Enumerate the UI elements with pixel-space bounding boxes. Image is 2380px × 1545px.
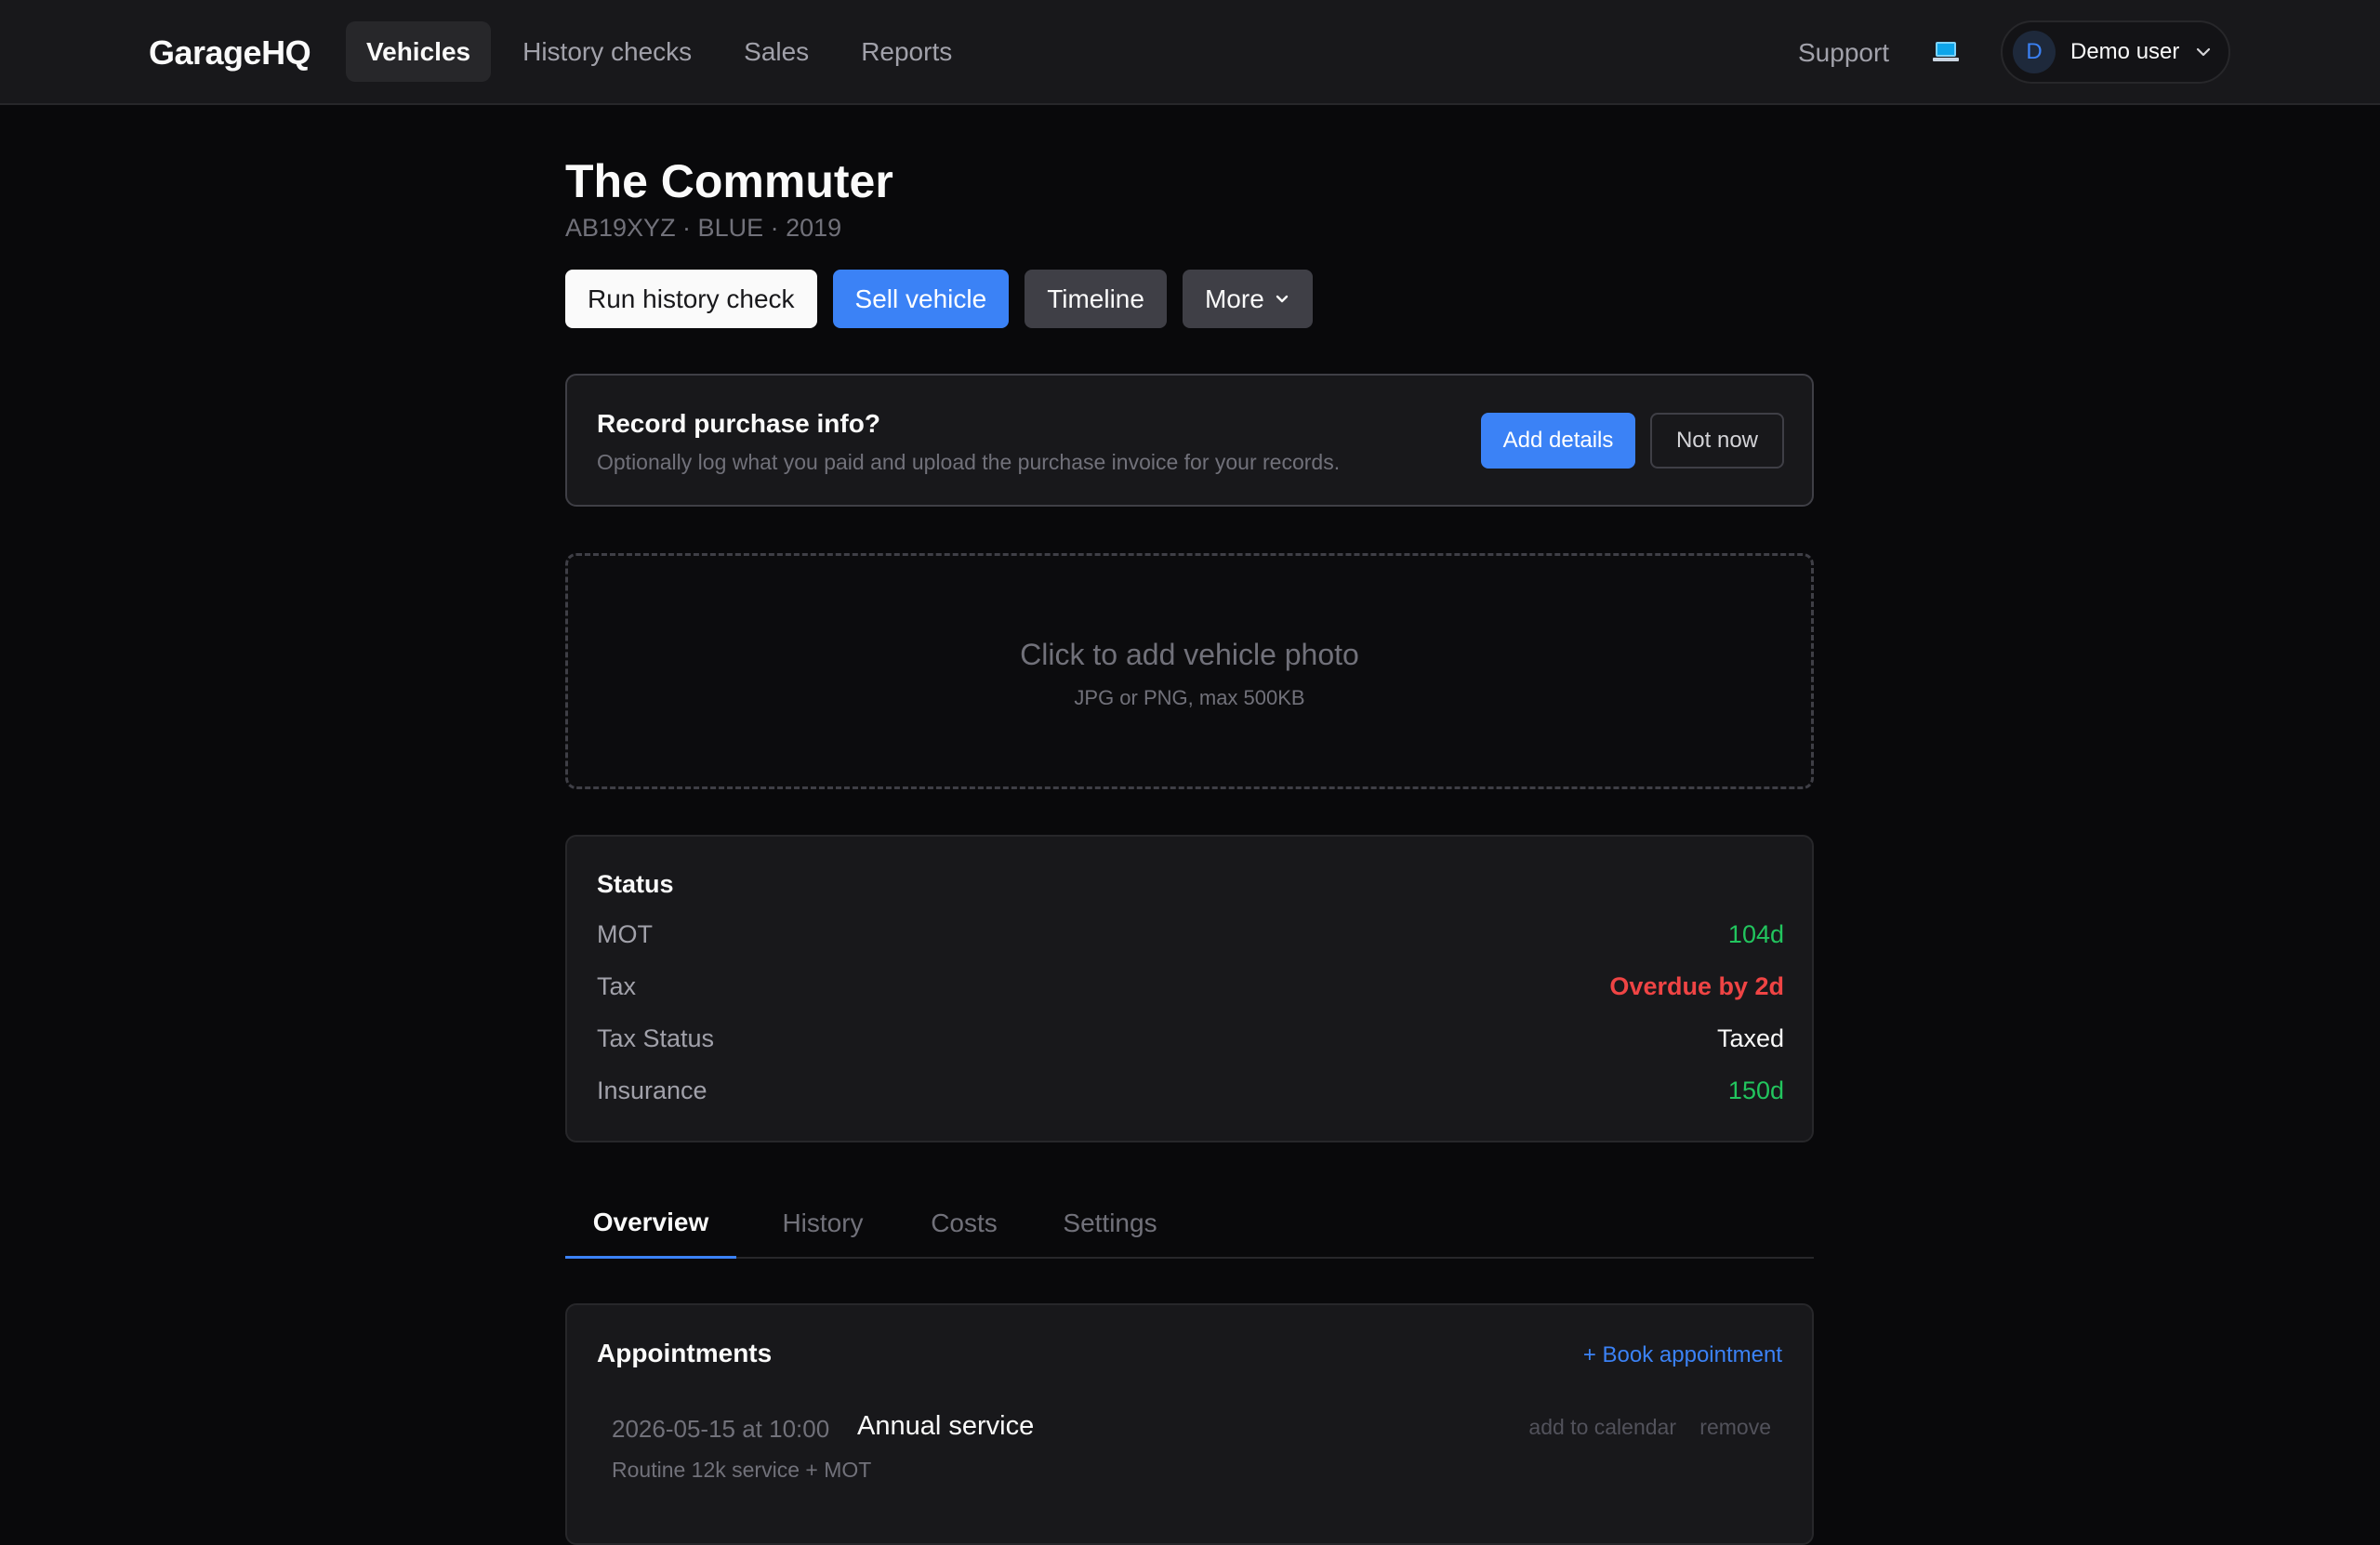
- appointment-item: 2026-05-15 at 10:00 Annual service add t…: [612, 1411, 1771, 1448]
- vehicle-actions: Run history check Sell vehicle Timeline …: [565, 270, 1329, 328]
- status-row-tax: Tax Overdue by 2d: [597, 972, 1784, 1010]
- tab-costs[interactable]: Costs: [904, 1188, 1025, 1259]
- main-nav: Vehicles History checks Sales Reports: [346, 21, 984, 82]
- status-title: Status: [597, 870, 674, 898]
- add-to-calendar-link[interactable]: add to calendar: [1528, 1415, 1676, 1440]
- tab-overview[interactable]: Overview: [565, 1188, 736, 1259]
- status-row-tax-status: Tax Status Taxed: [597, 1024, 1784, 1062]
- brand-logo[interactable]: GarageHQ: [149, 0, 311, 105]
- appointments-title: Appointments: [597, 1339, 773, 1367]
- purchase-title: Record purchase info?: [597, 409, 880, 438]
- status-label: Tax Status: [597, 1024, 715, 1052]
- status-card: Status MOT 104d Tax Overdue by 2d Tax St…: [565, 835, 1814, 1142]
- top-navigation-bar: GarageHQ Vehicles History checks Sales R…: [0, 0, 2380, 105]
- purchase-description: Optionally log what you paid and upload …: [597, 450, 1341, 474]
- run-history-check-button[interactable]: Run history check: [565, 270, 817, 328]
- chevron-down-icon: [2197, 47, 2211, 57]
- status-value: Overdue by 2d: [1609, 972, 1784, 1000]
- vehicle-tabs: Overview History Costs Settings: [565, 1188, 1814, 1259]
- timeline-button[interactable]: Timeline: [1025, 270, 1167, 328]
- status-row-mot: MOT 104d: [597, 920, 1784, 957]
- tab-history[interactable]: History: [753, 1188, 892, 1259]
- user-name: Demo user: [2070, 39, 2180, 64]
- status-label: Insurance: [597, 1076, 707, 1104]
- more-menu-button[interactable]: More: [1182, 270, 1313, 328]
- nav-item-reports[interactable]: Reports: [840, 21, 972, 82]
- vehicle-subtitle: AB19XYZ · BLUE · 2019: [565, 214, 842, 242]
- status-label: Tax: [597, 972, 637, 1000]
- photo-hint: JPG or PNG, max 500KB: [1074, 686, 1305, 709]
- more-label: More: [1204, 284, 1264, 313]
- nav-item-vehicles[interactable]: Vehicles: [346, 21, 492, 82]
- chevron-down-icon: [1276, 295, 1288, 302]
- vehicle-photo-dropzone[interactable]: Click to add vehicle photo JPG or PNG, m…: [565, 553, 1814, 789]
- add-details-button[interactable]: Add details: [1481, 413, 1635, 469]
- status-value: 104d: [1727, 920, 1784, 948]
- status-value: Taxed: [1716, 1024, 1784, 1052]
- status-label: MOT: [597, 920, 653, 948]
- sell-vehicle-button[interactable]: Sell vehicle: [832, 270, 1010, 328]
- avatar: D: [2013, 31, 2056, 73]
- appointment-datetime: 2026-05-15 at 10:00: [612, 1415, 830, 1443]
- appointment-note: Routine 12k service + MOT: [612, 1458, 872, 1482]
- appointment-name: Annual service: [857, 1411, 1035, 1441]
- status-row-insurance: Insurance 150d: [597, 1076, 1784, 1114]
- book-appointment-link[interactable]: + Book appointment: [1583, 1342, 1782, 1368]
- support-link[interactable]: Support: [1798, 0, 1889, 105]
- photo-prompt: Click to add vehicle photo: [1020, 638, 1359, 671]
- nav-item-sales[interactable]: Sales: [723, 21, 829, 82]
- purchase-info-card: Record purchase info? Optionally log wha…: [565, 374, 1814, 507]
- page-title: The Commuter: [565, 155, 893, 207]
- laptop-icon[interactable]: [1931, 37, 1961, 67]
- remove-appointment-link[interactable]: remove: [1699, 1415, 1771, 1440]
- appointments-card: Appointments + Book appointment 2026-05-…: [565, 1303, 1814, 1545]
- user-menu-button[interactable]: D Demo user: [2001, 20, 2230, 84]
- nav-item-history-checks[interactable]: History checks: [502, 21, 712, 82]
- tab-settings[interactable]: Settings: [1038, 1188, 1183, 1259]
- not-now-button[interactable]: Not now: [1650, 413, 1784, 469]
- status-value: 150d: [1727, 1076, 1784, 1104]
